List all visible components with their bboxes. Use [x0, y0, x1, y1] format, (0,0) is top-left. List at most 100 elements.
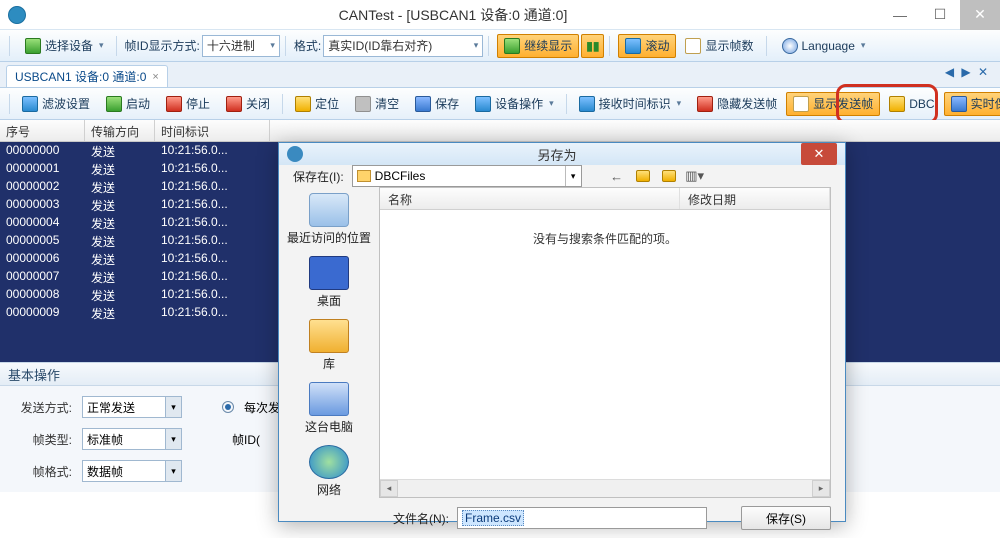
file-list[interactable]: 名称 修改日期 没有与搜索条件匹配的项。 ◂▸ — [379, 187, 831, 498]
filter-icon — [22, 96, 38, 112]
col-time[interactable]: 时间标识 — [155, 120, 270, 141]
select-device-button[interactable]: 选择设备 ▾ — [18, 34, 111, 58]
dbc-icon — [889, 96, 905, 112]
globe-icon — [782, 38, 798, 54]
tab-channel[interactable]: USBCAN1 设备:0 通道:0 × — [6, 65, 168, 87]
folder-combo[interactable]: DBCFiles ▾ — [352, 165, 582, 187]
chevron-down-icon: ▾ — [99, 40, 104, 51]
place-desktop[interactable]: 桌面 — [309, 256, 349, 309]
frame-format-select[interactable]: 数据帧▾ — [82, 460, 182, 482]
frame-type-select[interactable]: 标准帧▾ — [82, 428, 182, 450]
device-icon — [25, 38, 41, 54]
app-icon — [8, 6, 26, 24]
save-file-button[interactable]: 保存(S) — [741, 506, 831, 530]
frame-id-disp-label: 帧ID显示方式: — [125, 37, 200, 54]
dialog-close-button[interactable]: ✕ — [801, 143, 837, 165]
play-icon — [504, 38, 520, 54]
dialog-app-icon — [287, 146, 303, 162]
format-label: 格式: — [294, 37, 321, 54]
titlebar: CANTest - [USBCAN1 设备:0 通道:0] — ☐ ✕ — [0, 0, 1000, 30]
minimize-button[interactable]: — — [880, 0, 920, 30]
save-icon — [415, 96, 431, 112]
frame-format-label: 帧格式: — [14, 463, 72, 480]
hide-icon — [697, 96, 713, 112]
dialog-location-bar: 保存在(I): DBCFiles ▾ ← ▥▾ — [279, 165, 845, 187]
realtime-save-button[interactable]: 实时保存 — [944, 92, 1000, 116]
file-list-header: 名称 修改日期 — [380, 188, 830, 210]
folder-name: DBCFiles — [375, 169, 426, 183]
place-libraries[interactable]: 库 — [309, 319, 349, 372]
show-icon — [793, 96, 809, 112]
tab-label: USBCAN1 设备:0 通道:0 — [15, 68, 146, 85]
place-thispc[interactable]: 这台电脑 — [305, 382, 353, 435]
continue-show-button[interactable]: 继续显示 — [497, 34, 579, 58]
gear-icon — [475, 96, 491, 112]
scroll-icon — [625, 38, 641, 54]
frame-id-disp-select[interactable]: 十六进制 ▾ — [202, 35, 280, 57]
send-mode-label: 发送方式: — [14, 399, 72, 416]
col-name[interactable]: 名称 — [380, 188, 680, 209]
place-network[interactable]: 网络 — [309, 445, 349, 498]
disk-icon — [951, 96, 967, 112]
clear-button[interactable]: 清空 — [348, 92, 406, 116]
col-direction[interactable]: 传输方向 — [85, 120, 155, 141]
start-icon — [106, 96, 122, 112]
scroll-button[interactable]: 滚动 — [618, 34, 676, 58]
channel-toolbar: 滤波设置 启动 停止 关闭 定位 清空 保存 设备操作▾ 接收时间标识▾ 隐藏发… — [0, 88, 1000, 120]
close-button[interactable]: ✕ — [960, 0, 1000, 30]
dialog-titlebar[interactable]: 另存为 ✕ — [279, 143, 845, 165]
locate-icon — [295, 96, 311, 112]
window-title: CANTest - [USBCAN1 设备:0 通道:0] — [26, 5, 880, 25]
save-in-label: 保存在(I): — [293, 168, 344, 185]
place-recent[interactable]: 最近访问的位置 — [287, 193, 371, 246]
maximize-button[interactable]: ☐ — [920, 0, 960, 30]
start-button[interactable]: 启动 — [99, 92, 157, 116]
each-send-radio[interactable] — [222, 401, 234, 413]
grid-header: 序号 传输方向 时间标识 — [0, 120, 1000, 142]
stop-icon — [166, 96, 182, 112]
hide-send-button[interactable]: 隐藏发送帧 — [690, 92, 784, 116]
show-count-button[interactable]: 显示帧数 — [678, 34, 760, 58]
select-device-label: 选择设备 — [45, 37, 93, 54]
locate-button[interactable]: 定位 — [288, 92, 346, 116]
clock-icon — [579, 96, 595, 112]
device-ops-button[interactable]: 设备操作▾ — [468, 92, 561, 116]
send-mode-select[interactable]: 正常发送▾ — [82, 396, 182, 418]
format-select[interactable]: 真实ID(ID靠右对齐) ▾ — [323, 35, 483, 57]
col-date[interactable]: 修改日期 — [680, 188, 830, 209]
back-button[interactable]: ← — [608, 167, 626, 185]
up-button[interactable] — [634, 167, 652, 185]
tab-strip: USBCAN1 设备:0 通道:0 × ◀ ▶ ✕ — [0, 62, 1000, 88]
chevron-down-icon: ▾ — [565, 166, 581, 186]
filename-input[interactable]: Frame.csv — [457, 507, 707, 529]
frame-type-label: 帧类型: — [14, 431, 72, 448]
new-folder-button[interactable] — [660, 167, 678, 185]
clear-icon — [355, 96, 371, 112]
pause-button[interactable]: ▮▮ — [581, 34, 604, 58]
save-as-dialog: 另存为 ✕ 保存在(I): DBCFiles ▾ ← ▥▾ 最近访问的位置 桌面… — [278, 142, 846, 522]
recv-time-id-button[interactable]: 接收时间标识▾ — [572, 92, 689, 116]
show-send-button[interactable]: 显示发送帧 — [786, 92, 880, 116]
language-button[interactable]: Language ▾ — [775, 34, 873, 58]
main-toolbar: 选择设备 ▾ 帧ID显示方式: 十六进制 ▾ 格式: 真实ID(ID靠右对齐) … — [0, 30, 1000, 62]
folder-icon — [357, 170, 371, 182]
col-index[interactable]: 序号 — [0, 120, 85, 141]
stop-button[interactable]: 停止 — [159, 92, 217, 116]
filename-value: Frame.csv — [462, 510, 524, 526]
save-button[interactable]: 保存 — [408, 92, 466, 116]
close-channel-button[interactable]: 关闭 — [219, 92, 277, 116]
places-sidebar: 最近访问的位置 桌面 库 这台电脑 网络 — [279, 187, 379, 498]
dialog-title: 另存为 — [313, 145, 801, 164]
filter-settings-button[interactable]: 滤波设置 — [15, 92, 97, 116]
view-button[interactable]: ▥▾ — [686, 167, 704, 185]
close-icon — [226, 96, 242, 112]
horizontal-scrollbar[interactable]: ◂▸ — [380, 479, 830, 497]
tab-nav-arrows[interactable]: ◀ ▶ ✕ — [945, 65, 990, 79]
frame-id-label: 帧ID( — [232, 431, 260, 448]
empty-message: 没有与搜索条件匹配的项。 — [380, 210, 830, 479]
doc-icon — [685, 38, 701, 54]
dbc-button[interactable]: DBC — [882, 92, 941, 116]
tab-close-icon[interactable]: × — [152, 71, 158, 83]
filename-label: 文件名(N): — [393, 510, 449, 527]
dialog-bottom: 文件名(N): Frame.csv 保存(S) — [279, 498, 845, 538]
